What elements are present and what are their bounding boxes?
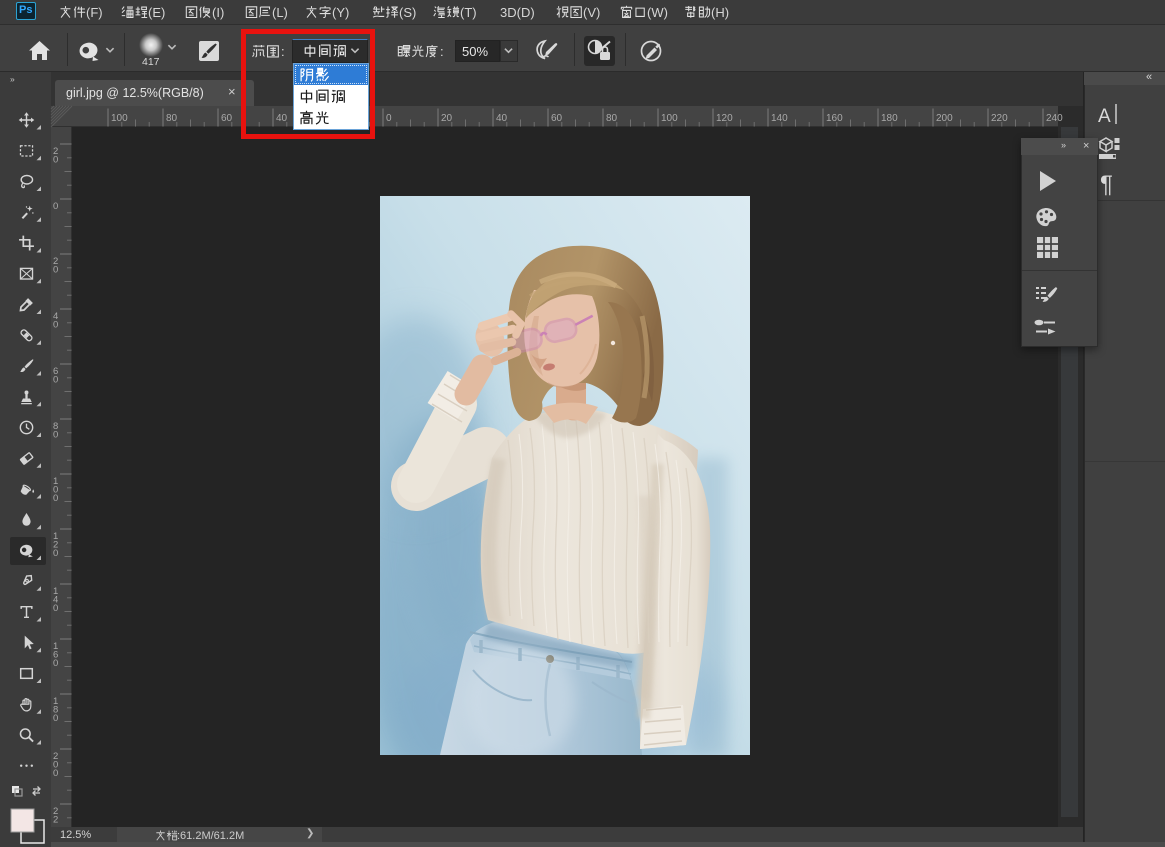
svg-text::: : bbox=[440, 44, 444, 59]
svg-text:417: 417 bbox=[142, 56, 160, 68]
svg-text:¶: ¶ bbox=[1100, 171, 1113, 198]
svg-text:A: A bbox=[1098, 106, 1111, 127]
